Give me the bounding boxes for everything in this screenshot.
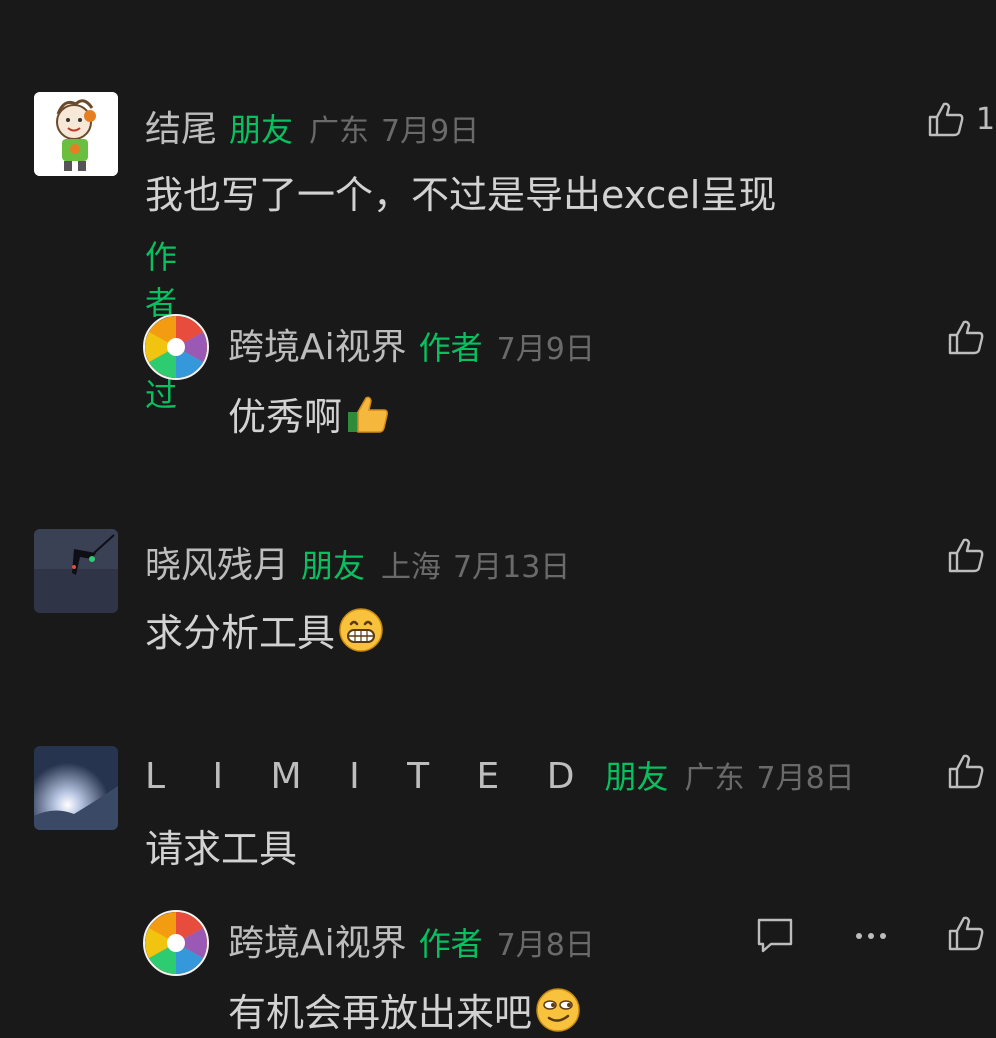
avatar[interactable] <box>34 529 118 613</box>
author-tag: 作者 <box>418 329 483 367</box>
like-button[interactable] <box>946 914 986 954</box>
like-button[interactable] <box>946 536 986 576</box>
author-name[interactable]: 跨境Ai视界 <box>228 914 407 966</box>
author-name[interactable]: L I M I T E D <box>145 756 592 797</box>
author-tag: 作者 <box>418 925 483 963</box>
reply-text-content: 优秀啊 <box>228 395 343 439</box>
comment-text: 请求工具 <box>145 827 298 871</box>
author-name[interactable]: 晓风残月 <box>145 536 289 588</box>
comment-meta: L I M I T E D 朋友 广东 7月8日 <box>145 752 855 798</box>
avatar[interactable] <box>143 910 209 976</box>
comment-text-content: 求分析工具 <box>145 611 336 655</box>
comment-text: 我也写了一个，不过是导出excel呈现 <box>145 173 777 217</box>
grin-emoji-icon <box>339 607 383 652</box>
thumbs-up-icon <box>928 102 964 137</box>
rainbow-donut-avatar-icon <box>145 912 207 974</box>
author-name[interactable]: 跨境Ai视界 <box>228 318 407 370</box>
thumbs-up-icon <box>948 538 984 573</box>
comment-date: 7月13日 <box>453 550 571 585</box>
reply-meta: 跨境Ai视界 作者 7月9日 <box>228 318 595 370</box>
reply-button[interactable] <box>755 916 795 956</box>
region-label: 广东 <box>684 761 745 796</box>
thumbs-up-icon <box>948 320 984 355</box>
like-button[interactable] <box>946 318 986 358</box>
comment-date: 7月9日 <box>381 114 480 149</box>
friend-tag: 朋友 <box>229 111 294 149</box>
reply-meta: 跨境Ai视界 作者 7月8日 <box>228 914 595 966</box>
author-name[interactable]: 结尾 <box>145 100 217 152</box>
comment-date: 7月8日 <box>756 761 855 796</box>
night-scene-avatar-icon <box>34 529 118 613</box>
region-label: 上海 <box>381 550 442 585</box>
thumbs-up-emoji-icon <box>348 396 388 433</box>
thumbs-up-icon <box>948 754 984 789</box>
like-button[interactable] <box>926 100 966 140</box>
region-label: 广东 <box>309 114 370 149</box>
like-count: 1 <box>976 102 996 137</box>
reply-text: 有机会再放出来吧 <box>228 982 582 1037</box>
smirk-emoji-icon <box>536 987 580 1032</box>
reply-text-content: 有机会再放出来吧 <box>228 991 533 1035</box>
sky-glow-avatar-icon <box>34 746 118 830</box>
avatar[interactable] <box>34 746 118 830</box>
like-button[interactable] <box>946 752 986 792</box>
cartoon-avatar-icon <box>34 92 118 176</box>
reply-date: 7月9日 <box>496 332 595 367</box>
rainbow-donut-avatar-icon <box>145 316 207 378</box>
thumbs-up-icon <box>948 916 984 951</box>
friend-tag: 朋友 <box>301 547 366 585</box>
reply-date: 7月8日 <box>496 928 595 963</box>
avatar[interactable] <box>143 314 209 380</box>
comment-meta: 晓风残月 朋友 上海 7月13日 <box>145 536 570 588</box>
more-options-button[interactable] <box>851 926 891 946</box>
friend-tag: 朋友 <box>604 758 669 796</box>
avatar[interactable] <box>34 92 118 176</box>
reply-text: 优秀啊 <box>228 386 392 441</box>
comment-bubble-icon <box>757 918 793 953</box>
more-dots-icon <box>856 933 886 939</box>
comment-meta: 结尾 朋友 广东 7月9日 <box>145 100 479 152</box>
comment-text: 求分析工具 <box>145 602 385 657</box>
